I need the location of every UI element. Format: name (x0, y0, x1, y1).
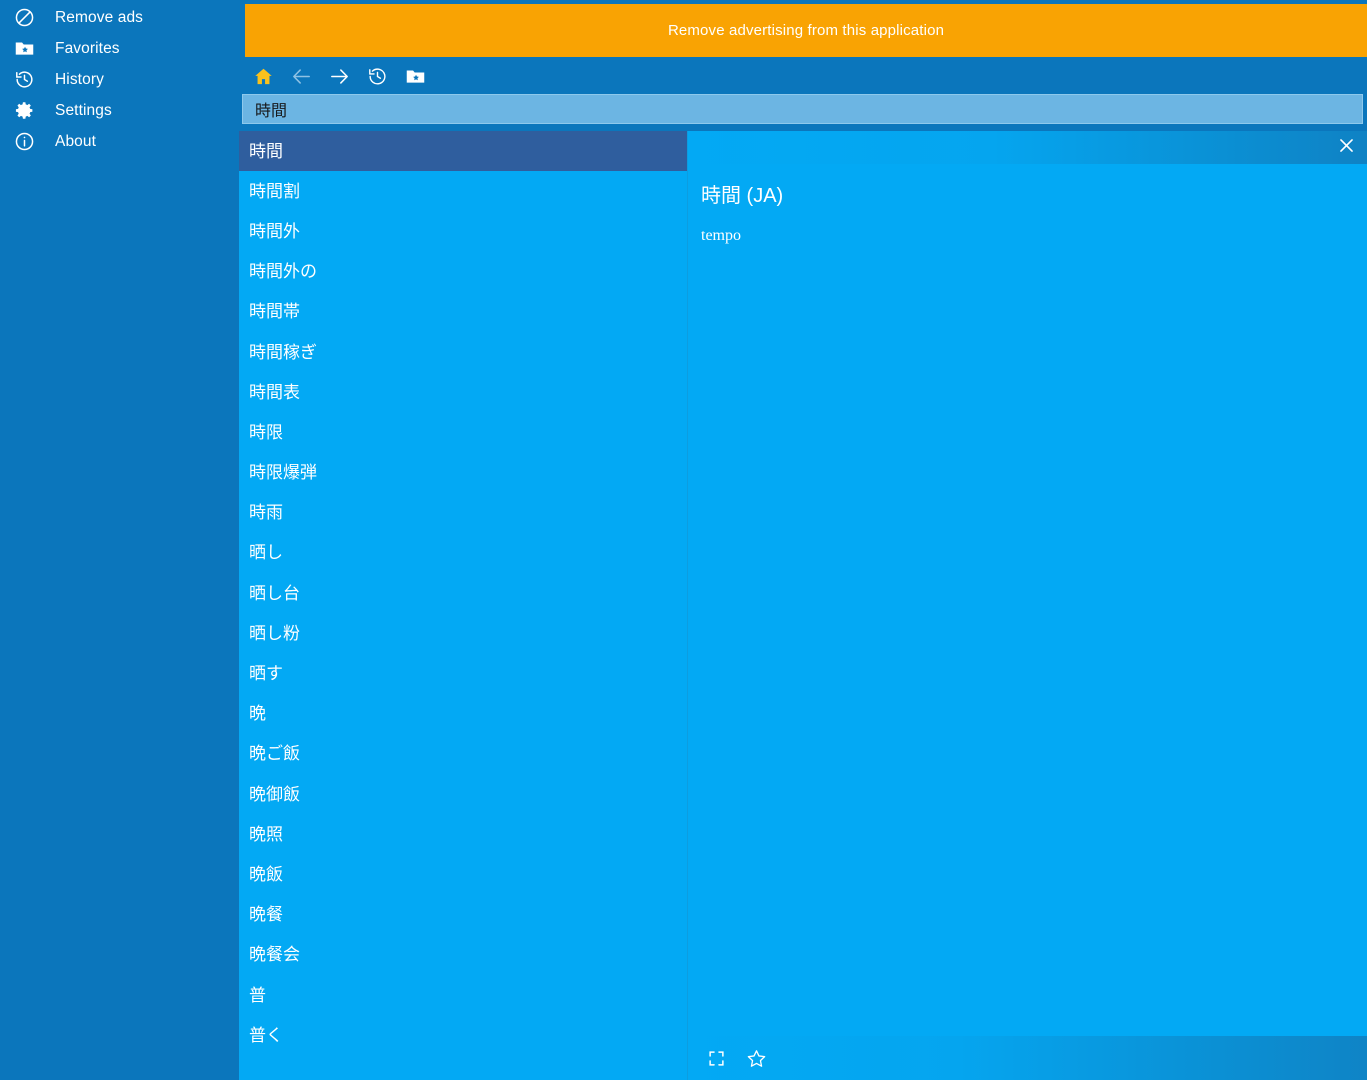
definition-text: tempo (701, 227, 741, 244)
word-results-list[interactable]: 時間時間割時間外時間外の時間帯時間稼ぎ時間表時限時限爆弾時雨晒し晒し台晒し粉晒す… (239, 131, 688, 1080)
arrow-right-icon (328, 65, 351, 88)
word-list-item-label: 普く (249, 1025, 283, 1045)
word-list-item[interactable]: 晩 (239, 694, 687, 734)
home-button[interactable] (244, 60, 282, 94)
sidebar-item-about[interactable]: About (0, 126, 239, 157)
sidebar-item-settings[interactable]: Settings (0, 95, 239, 126)
definition-footer-toolbar (688, 1036, 1367, 1080)
word-list-item-label: 時限 (249, 422, 283, 442)
word-list-item-label: 普 (249, 985, 266, 1005)
word-list-item[interactable]: 時雨 (239, 493, 687, 533)
word-list-item-label: 晒し (249, 543, 283, 563)
sidebar-item-label: Favorites (55, 39, 120, 57)
word-list-item-label: 時間割 (249, 181, 300, 201)
ad-banner-label: Remove advertising from this application (667, 22, 945, 39)
word-list-item[interactable]: 晒し粉 (239, 613, 687, 653)
dictionary-app-window: Remove ads Favorites History Settings Ab… (0, 0, 1367, 1080)
word-list-item[interactable]: 晩照 (239, 814, 687, 854)
word-list-item-label: 晩照 (249, 824, 283, 844)
word-list-item[interactable]: 時限 (239, 412, 687, 452)
results-and-definition-split: 時間時間割時間外時間外の時間帯時間稼ぎ時間表時限時限爆弾時雨晒し晒し台晒し粉晒す… (239, 131, 1367, 1080)
word-list-item-label: 時間表 (249, 382, 300, 402)
word-list-item[interactable]: 時間外 (239, 211, 687, 251)
word-list-item[interactable]: 時間割 (239, 171, 687, 211)
word-list-item[interactable]: 晒す (239, 653, 687, 693)
definition-body: 時間 (JA) tempo (688, 164, 1367, 1036)
forward-button[interactable] (320, 60, 358, 94)
word-list-item-label: 晩餐会 (249, 945, 300, 965)
back-button[interactable] (282, 60, 320, 94)
arrow-left-icon (290, 65, 313, 88)
word-list-item[interactable]: 普く (239, 1015, 687, 1055)
block-circle-icon (9, 3, 39, 33)
word-list-item[interactable]: 時間 (239, 131, 687, 172)
word-list-item-label: 時間稼ぎ (249, 342, 317, 362)
sidebar-item-label: Remove ads (55, 8, 144, 26)
fullscreen-button[interactable] (696, 1038, 736, 1078)
word-list-item[interactable]: 時間表 (239, 372, 687, 412)
word-list-item-label: 晩餐 (249, 905, 283, 925)
sidebar-item-history[interactable]: History (0, 64, 239, 95)
sidebar-item-remove-ads[interactable]: Remove ads (0, 2, 239, 33)
word-list-item-label: 晒す (249, 664, 283, 684)
word-list-item[interactable]: 時限爆弾 (239, 453, 687, 493)
history-clock-icon (367, 66, 388, 87)
fullscreen-icon (708, 1050, 725, 1067)
word-list-item[interactable]: 普 (239, 975, 687, 1015)
word-list-item[interactable]: 時間外の (239, 252, 687, 292)
word-list-item-label: 晒し粉 (249, 623, 300, 643)
word-list-item[interactable]: 晒し (239, 533, 687, 573)
word-list-item-label: 時限爆弾 (249, 463, 317, 483)
star-outline-icon (746, 1048, 767, 1069)
gear-icon (9, 96, 39, 126)
word-list-item[interactable]: 時間稼ぎ (239, 332, 687, 372)
history-clock-icon (9, 65, 39, 95)
word-list-item-label: 時間外 (249, 221, 300, 241)
sidebar-item-favorites[interactable]: Favorites (0, 33, 239, 64)
word-list-item[interactable]: 晒し台 (239, 573, 687, 613)
folder-star-icon (405, 66, 426, 87)
sidebar-item-label: Settings (55, 101, 112, 119)
word-list-item[interactable]: 晩餐 (239, 895, 687, 935)
favorites-button[interactable] (396, 60, 434, 94)
close-button[interactable] (1325, 131, 1367, 164)
word-list-item[interactable]: 晩餐会 (239, 935, 687, 975)
definition-title: 時間 (JA) (701, 185, 784, 207)
close-icon (1337, 136, 1356, 160)
word-list-item[interactable]: 晩御飯 (239, 774, 687, 814)
history-button[interactable] (358, 60, 396, 94)
definition-header-bar (688, 131, 1367, 164)
word-list-item-label: 時間帯 (249, 302, 300, 322)
home-icon (253, 66, 274, 87)
word-list-item-label: 時間外の (249, 262, 317, 282)
sidebar-item-label: About (55, 132, 97, 150)
word-list-item-label: 時間 (249, 141, 283, 161)
word-list-item-label: 晩御飯 (249, 784, 300, 804)
word-list-item-label: 晩ご飯 (249, 744, 300, 764)
definition-panel: 時間 (JA) tempo (688, 131, 1367, 1080)
sidebar-item-label: History (55, 70, 104, 88)
word-list-item[interactable]: 晩ご飯 (239, 734, 687, 774)
info-circle-icon (9, 127, 39, 157)
word-list-item-label: 時雨 (249, 503, 283, 523)
word-list-item-label: 晩 (249, 704, 266, 724)
word-list-item-label: 晩飯 (249, 864, 283, 884)
word-list-item-label: 晒し台 (249, 583, 300, 603)
word-list-item[interactable]: 晩飯 (239, 854, 687, 894)
word-list-item[interactable]: 時間帯 (239, 292, 687, 332)
sidebar-navigation: Remove ads Favorites History Settings Ab… (0, 0, 239, 1080)
folder-star-icon (9, 34, 39, 64)
favorite-button[interactable] (736, 1038, 776, 1078)
remove-advertising-banner[interactable]: Remove advertising from this application (245, 4, 1367, 57)
search-bar[interactable] (242, 94, 1363, 124)
search-input[interactable] (255, 100, 1362, 118)
navigation-toolbar (239, 58, 1367, 95)
